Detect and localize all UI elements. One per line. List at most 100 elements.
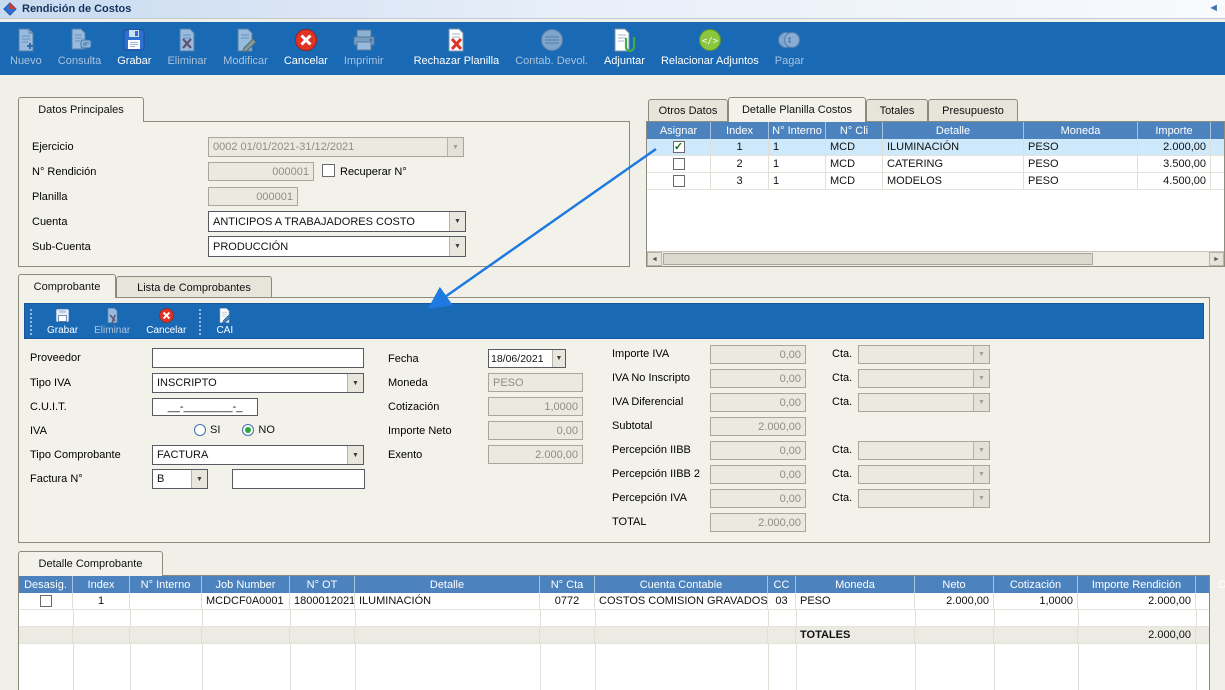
column-header-importe[interactable]: Importe xyxy=(1138,122,1211,139)
iva-no-radio[interactable] xyxy=(242,424,254,436)
proveedor-input[interactable] xyxy=(152,348,364,368)
tab-otros-datos[interactable]: Otros Datos xyxy=(648,99,728,122)
cell-importe: 3.500,00 xyxy=(1138,156,1211,172)
comprobante-cai-button[interactable]: CAI xyxy=(208,304,241,336)
column-header-index[interactable]: Index xyxy=(711,122,769,139)
cell-index: 1 xyxy=(73,593,130,609)
column-header-n-cli[interactable]: N° Cli xyxy=(826,122,883,139)
cell-importe: 2.000,00 xyxy=(1138,139,1211,155)
recuperar-checkbox[interactable] xyxy=(322,164,335,177)
importe-neto-input: 0,00 xyxy=(488,421,583,440)
importe-iva-cta-combobox: ▼ xyxy=(858,345,990,364)
toolbar-button-adjuntar[interactable]: Adjuntar xyxy=(596,25,653,67)
toolbar-button-rechazar-planilla[interactable]: Rechazar Planilla xyxy=(406,25,508,67)
total-input: 2.000,00 xyxy=(710,513,806,532)
importe-iva-value: 0,00 xyxy=(780,349,801,361)
cuit-input[interactable]: __-________-_ xyxy=(152,398,258,416)
table-row[interactable]: 2 1 MCD CATERING PESO 3.500,00 xyxy=(647,156,1224,173)
column-header-moneda[interactable]: Moneda xyxy=(796,576,915,593)
cuenta-combobox[interactable]: ANTICIPOS A TRABAJADORES COSTO ▼ xyxy=(208,211,466,232)
cell-moneda: PESO xyxy=(1024,139,1138,155)
column-header-cuenta-contable[interactable]: Cuenta Contable xyxy=(595,576,768,593)
column-header-detalle[interactable]: Detalle xyxy=(883,122,1024,139)
comprobante-grabar-button[interactable]: Grabar xyxy=(39,304,86,336)
planilla-label: Planilla xyxy=(32,191,67,203)
tipo-iva-combobox[interactable]: INSCRIPTO ▼ xyxy=(152,373,364,393)
moneda-input: PESO xyxy=(488,373,583,392)
column-header-n-interno[interactable]: N° Interno xyxy=(769,122,826,139)
toolbar-button-label: Eliminar xyxy=(167,55,207,67)
asignar-checkbox[interactable] xyxy=(673,158,685,170)
column-header-n-ot[interactable]: N° OT xyxy=(290,576,355,593)
column-header-index[interactable]: Index xyxy=(73,576,130,593)
tipo-comprobante-combobox[interactable]: FACTURA ▼ xyxy=(152,445,364,465)
subcuenta-combobox[interactable]: PRODUCCIÓN ▼ xyxy=(208,236,466,257)
cotizacion-value: 1,0000 xyxy=(544,401,578,413)
column-header-importe-rendicion[interactable]: Importe Rendición xyxy=(1078,576,1196,593)
delete-document-icon xyxy=(104,307,121,324)
column-header-desasig[interactable]: Desasig. xyxy=(19,576,73,593)
tab-label: Presupuesto xyxy=(942,105,1004,117)
toolbar-button-cancelar[interactable]: Cancelar xyxy=(276,25,336,67)
reject-sheet-icon xyxy=(443,27,469,53)
tab-comprobante[interactable]: Comprobante xyxy=(18,274,116,298)
horizontal-scrollbar[interactable]: ◄ ► xyxy=(647,251,1224,266)
column-header-n-interno[interactable]: N° Interno xyxy=(130,576,202,593)
percepcion-iibb-input: 0,00 xyxy=(710,441,806,460)
chevron-down-icon: ▼ xyxy=(347,446,363,464)
tab-totales[interactable]: Totales xyxy=(866,99,928,122)
chevron-down-icon: ▼ xyxy=(973,490,989,507)
toolbar-grip xyxy=(199,309,203,335)
scroll-left-icon[interactable]: ◄ xyxy=(647,252,662,266)
scrollbar-thumb[interactable] xyxy=(663,253,1093,265)
column-header-detalle[interactable]: Detalle xyxy=(355,576,540,593)
consult-document-icon xyxy=(67,27,93,53)
table-row[interactable]: 1 1 MCD ILUMINACIÓN PESO 2.000,00 xyxy=(647,139,1224,156)
tab-detalle-planilla-costos[interactable]: Detalle Planilla Costos xyxy=(728,97,866,122)
toolbar-button-grabar[interactable]: Grabar xyxy=(109,25,159,67)
table-row[interactable]: 3 1 MCD MODELOS PESO 4.500,00 xyxy=(647,173,1224,190)
tab-lista-comprobantes[interactable]: Lista de Comprobantes xyxy=(116,276,272,298)
cuenta-label: Cuenta xyxy=(32,216,67,228)
table-row[interactable]: 1 MCDCF0A0001 1800012021 ILUMINACIÓN 077… xyxy=(19,593,1209,610)
fecha-datepicker[interactable]: 18/06/2021 ▼ xyxy=(488,349,566,368)
percepcion-iibb-value: 0,00 xyxy=(780,445,801,457)
tab-datos-principales[interactable]: Datos Principales xyxy=(18,97,144,122)
factura-numero-input[interactable] xyxy=(232,469,365,489)
column-header-moneda[interactable]: Moneda xyxy=(1024,122,1138,139)
column-header-job-number[interactable]: Job Number xyxy=(202,576,290,593)
column-header-cut[interactable]: Co xyxy=(1211,122,1225,139)
toolbar-button-label: CAI xyxy=(216,325,233,336)
column-header-cc[interactable]: CC xyxy=(768,576,796,593)
desasig-checkbox[interactable] xyxy=(40,595,52,607)
toolbar-button-consulta: Consulta xyxy=(50,25,109,67)
cell-n-cli: MCD xyxy=(826,139,883,155)
column-header-asignar[interactable]: Asignar xyxy=(647,122,711,139)
column-header-n-cta[interactable]: N° Cta xyxy=(540,576,595,593)
asignar-checkbox[interactable] xyxy=(673,141,685,153)
scroll-right-icon[interactable]: ► xyxy=(1209,252,1224,266)
chevron-down-icon: ▼ xyxy=(552,350,565,367)
tab-detalle-comprobante[interactable]: Detalle Comprobante xyxy=(18,551,163,576)
factura-letra-combobox[interactable]: B ▼ xyxy=(152,469,208,489)
tab-presupuesto[interactable]: Presupuesto xyxy=(928,99,1018,122)
toolbar-button-nuevo: Nuevo xyxy=(2,25,50,67)
corner-nav-icon[interactable]: ◄ xyxy=(1208,2,1219,14)
cell-cotizacion: 1,0000 xyxy=(994,593,1078,609)
iva-label: IVA xyxy=(30,425,47,437)
cancel-icon xyxy=(293,27,319,53)
tab-label: Lista de Comprobantes xyxy=(137,282,251,294)
iva-si-radio[interactable] xyxy=(194,424,206,436)
comprobante-cancelar-button[interactable]: Cancelar xyxy=(138,304,194,336)
iva-radio-group: SI NO xyxy=(194,424,275,436)
total-label: TOTAL xyxy=(612,516,646,528)
asignar-checkbox[interactable] xyxy=(673,175,685,187)
cotizacion-input: 1,0000 xyxy=(488,397,583,416)
app-icon xyxy=(3,2,17,16)
column-header-neto[interactable]: Neto xyxy=(915,576,994,593)
column-header-cut[interactable]: Da xyxy=(1196,576,1225,593)
cta-label: Cta. xyxy=(832,396,852,408)
toolbar-button-relacionar-adjuntos[interactable]: </> Relacionar Adjuntos xyxy=(653,25,767,67)
column-header-cotizacion[interactable]: Cotización xyxy=(994,576,1078,593)
cta-label: Cta. xyxy=(832,444,852,456)
